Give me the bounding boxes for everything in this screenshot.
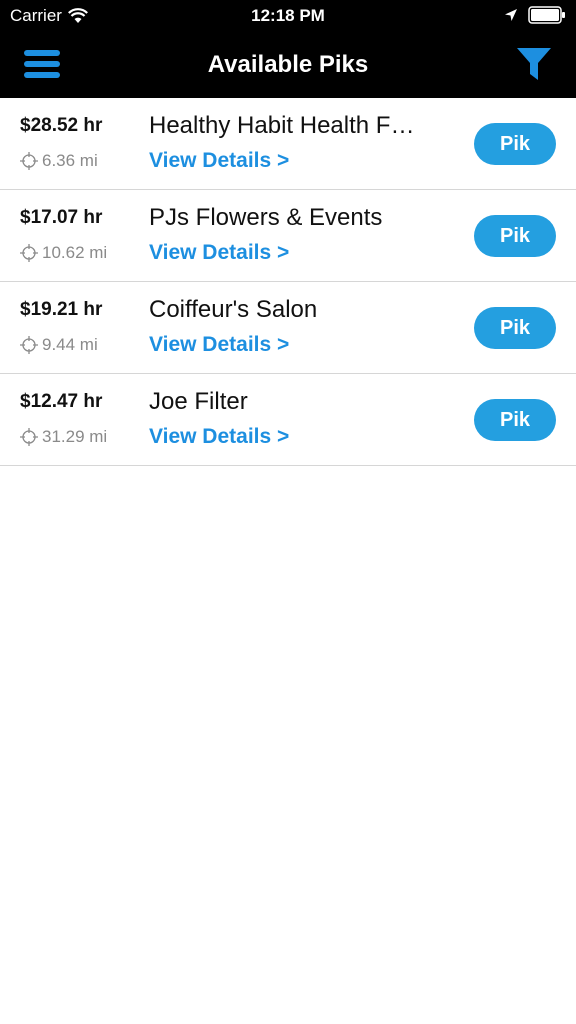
crosshair-icon — [20, 428, 38, 446]
navigation-bar: Available Piks — [0, 32, 576, 98]
crosshair-icon — [20, 336, 38, 354]
pik-button[interactable]: Pik — [474, 215, 556, 257]
list-item: $17.07 hr 10.62 mi PJs Flowers & Events … — [0, 190, 576, 282]
distance: 9.44 mi — [20, 335, 98, 355]
crosshair-icon — [20, 244, 38, 262]
filter-funnel-icon[interactable] — [516, 46, 552, 82]
business-name: Joe Filter — [149, 388, 248, 415]
distance: 6.36 mi — [20, 151, 98, 171]
view-details-link[interactable]: View Details > — [149, 241, 289, 265]
pik-button[interactable]: Pik — [474, 307, 556, 349]
list-item: $19.21 hr 9.44 mi Coiffeur's Salon View … — [0, 282, 576, 374]
hourly-rate: $19.21 hr — [20, 299, 103, 320]
hourly-rate: $28.52 hr — [20, 115, 103, 136]
distance-value: 9.44 mi — [42, 335, 98, 354]
distance-value: 31.29 mi — [42, 427, 108, 446]
listings-list: $28.52 hr 6.36 mi Healthy Habit Health F… — [0, 98, 576, 466]
crosshair-icon — [20, 152, 38, 170]
distance: 31.29 mi — [20, 427, 107, 447]
battery-icon — [528, 6, 565, 24]
pik-button[interactable]: Pik — [474, 123, 556, 165]
business-name: Healthy Habit Health F… — [149, 112, 415, 139]
distance-value: 6.36 mi — [42, 151, 98, 170]
status-bar: Carrier 12:18 PM — [0, 0, 576, 32]
hourly-rate: $17.07 hr — [20, 207, 103, 228]
distance-value: 10.62 mi — [42, 243, 108, 262]
status-right — [504, 6, 566, 24]
distance: 10.62 mi — [20, 243, 107, 263]
list-item: $28.52 hr 6.36 mi Healthy Habit Health F… — [0, 98, 576, 190]
view-details-link[interactable]: View Details > — [149, 333, 289, 357]
view-details-link[interactable]: View Details > — [149, 425, 289, 449]
view-details-link[interactable]: View Details > — [149, 149, 289, 173]
pik-button[interactable]: Pik — [474, 399, 556, 441]
list-item: $12.47 hr 31.29 mi Joe Filter View Detai… — [0, 374, 576, 466]
location-arrow-icon — [505, 9, 517, 21]
hourly-rate: $12.47 hr — [20, 391, 103, 412]
page-title: Available Piks — [207, 51, 369, 78]
business-name: PJs Flowers & Events — [149, 204, 383, 231]
status-time: 12:18 PM — [251, 6, 325, 25]
business-name: Coiffeur's Salon — [149, 296, 318, 323]
